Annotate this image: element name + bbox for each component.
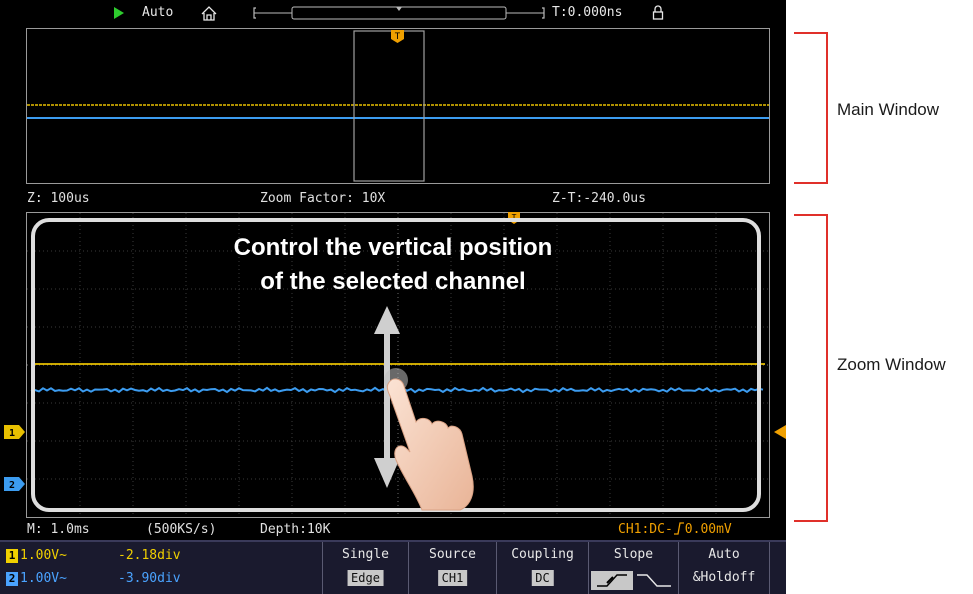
overlay-title-line2: of the selected channel xyxy=(260,268,526,295)
zoom-region-box xyxy=(353,30,425,182)
timebase-readout: M: 1.0ms xyxy=(27,522,90,537)
menu-slope[interactable]: Slope xyxy=(588,542,678,594)
ch2-scale: 1.00V~ xyxy=(20,571,67,586)
svg-text:2: 2 xyxy=(9,480,15,491)
main-window-annotation: Main Window xyxy=(837,100,940,119)
run-indicator-icon[interactable] xyxy=(114,7,124,19)
main-waveform-area xyxy=(27,30,769,182)
top-status-bar: Auto T:0.000ns xyxy=(0,0,786,26)
zoom-offset: Z-T:-240.0us xyxy=(552,191,646,206)
menu-source[interactable]: Source CH1 xyxy=(408,542,496,594)
source-label: Source xyxy=(429,547,476,562)
menu-single-edge[interactable]: Single Edge xyxy=(322,542,408,594)
holdoff-label-line1: Auto xyxy=(708,547,740,562)
main-window: T xyxy=(26,28,770,184)
memory-position-bar[interactable] xyxy=(252,5,546,21)
main-window-bracket xyxy=(794,32,828,184)
ch2-info-row[interactable]: 2 1.00V~ -3.90div xyxy=(6,571,181,586)
lock-icon xyxy=(652,5,664,20)
oscilloscope-screen: Auto T:0.000ns T Z: 100us Zoom Factor: 1… xyxy=(0,0,786,594)
trigger-level-readout: 0.00mV xyxy=(684,522,732,537)
ch1-position-marker[interactable]: 1 xyxy=(4,425,26,439)
menu-auto-holdoff[interactable]: Auto &Holdoff xyxy=(678,542,770,594)
trigger-source-coupling: CH1:DC- xyxy=(618,522,673,537)
menu-coupling[interactable]: Coupling DC xyxy=(496,542,588,594)
holdoff-label-line2: &Holdoff xyxy=(692,570,756,585)
home-icon[interactable] xyxy=(201,6,217,21)
memory-depth-readout: Depth:10K xyxy=(260,522,331,537)
trigger-level-marker[interactable] xyxy=(772,425,786,439)
svg-text:1: 1 xyxy=(9,428,15,439)
touch-drag-gesture-icon xyxy=(374,306,474,511)
single-value: Edge xyxy=(347,570,384,586)
slope-options xyxy=(591,571,671,590)
trigger-position-icon: T xyxy=(391,30,404,43)
ch2-position-marker[interactable]: 2 xyxy=(4,477,26,491)
ch2-offset: -3.90div xyxy=(118,571,181,586)
ch1-badge: 1 xyxy=(6,549,18,563)
zoom-factor: Zoom Factor: 10X xyxy=(260,191,386,206)
trigger-info-readout: CH1:DC- 0.00mV xyxy=(618,522,732,537)
zoom-timebase: Z: 100us xyxy=(27,191,90,206)
svg-text:T: T xyxy=(395,32,401,42)
overlay-title-line1: Control the vertical position xyxy=(233,234,553,261)
zoom-window-annotation: Zoom Window xyxy=(837,355,946,374)
run-mode-label: Auto xyxy=(142,5,174,20)
source-value: CH1 xyxy=(437,570,468,586)
ch1-offset: -2.18div xyxy=(118,548,181,563)
trigger-time-offset: T:0.000ns xyxy=(552,5,623,20)
rising-edge-icon xyxy=(673,522,684,535)
falling-slope-icon xyxy=(637,574,671,587)
coupling-label: Coupling xyxy=(511,547,574,562)
sample-rate-readout: (500KS/s) xyxy=(146,522,217,537)
ch2-badge: 2 xyxy=(6,572,18,586)
ch1-info-row[interactable]: 1 1.00V~ -2.18div xyxy=(6,548,181,563)
ch1-scale: 1.00V~ xyxy=(20,548,67,563)
coupling-value: DC xyxy=(531,570,554,586)
slope-label: Slope xyxy=(613,547,654,562)
zoom-window-bracket xyxy=(794,214,828,522)
single-label: Single xyxy=(342,547,389,562)
